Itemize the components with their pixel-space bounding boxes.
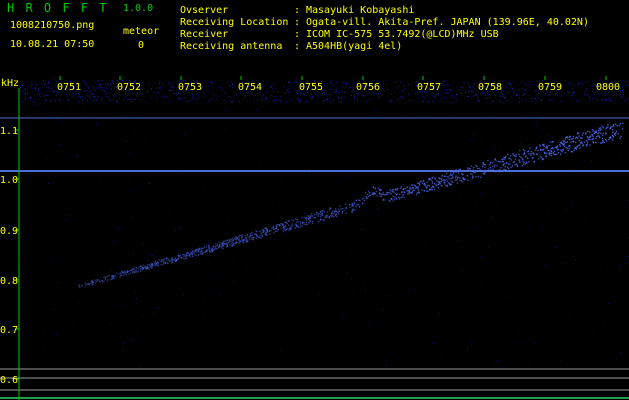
info-value-antenna: A504HB(yagi 4el) (306, 41, 403, 52)
file-datetime: 10.08.21 07:50 (10, 39, 95, 50)
info-value-location: Ogata-vill. Akita-Pref. JAPAN (139.96E, … (306, 17, 589, 28)
time-tick-label: 0800 (596, 82, 620, 93)
time-tick-label: 0756 (356, 82, 380, 93)
time-tick-label: 0758 (478, 82, 502, 93)
y-tick-label: 0.9 (0, 226, 18, 237)
time-tick-label: 0757 (417, 82, 441, 93)
time-tick-label: 0759 (538, 82, 562, 93)
info-value-observer: Masayuki Kobayashi (306, 5, 415, 16)
hroft-window: H R O F F T 1.0.0 1008210750.png 10.08.2… (0, 0, 629, 400)
info-key-observer: Ovserver (180, 5, 229, 16)
info-key-location: Receiving Location (180, 17, 289, 28)
meteor-count: 0 (138, 40, 145, 51)
info-sep: : (294, 29, 301, 40)
y-axis-unit: kHz (1, 78, 19, 89)
app-version: 1.0.0 (123, 3, 154, 14)
info-value-receiver: ICOM IC-575 53.7492(@LCD)MHz USB (306, 29, 499, 40)
info-sep: : (294, 17, 301, 28)
y-tick-label: 0.6 (0, 375, 18, 386)
info-sep: : (294, 41, 301, 52)
plot-background (0, 76, 629, 400)
info-key-receiver: Receiver (180, 29, 229, 40)
file-name: 1008210750.png (10, 20, 95, 31)
y-tick-label: 1.1 (0, 126, 18, 137)
time-tick-label: 0751 (57, 82, 81, 93)
time-tick-label: 0752 (117, 82, 141, 93)
app-title: H R O F F T (7, 1, 109, 15)
info-sep: : (294, 5, 301, 16)
y-tick-label: 0.7 (0, 325, 18, 336)
time-tick-label: 0755 (299, 82, 323, 93)
info-key-antenna: Receiving antenna (180, 41, 283, 52)
time-tick-label: 0754 (238, 82, 262, 93)
meteor-label: meteor (123, 26, 160, 37)
spectrogram-plot: kHz 1.1 1.0 0.9 0.8 0.7 0.6 0751 0752 07… (0, 76, 629, 400)
y-tick-label: 0.8 (0, 276, 18, 287)
time-tick-label: 0753 (178, 82, 202, 93)
header-panel: H R O F F T 1.0.0 1008210750.png 10.08.2… (0, 0, 629, 60)
y-tick-label: 1.0 (0, 175, 18, 186)
